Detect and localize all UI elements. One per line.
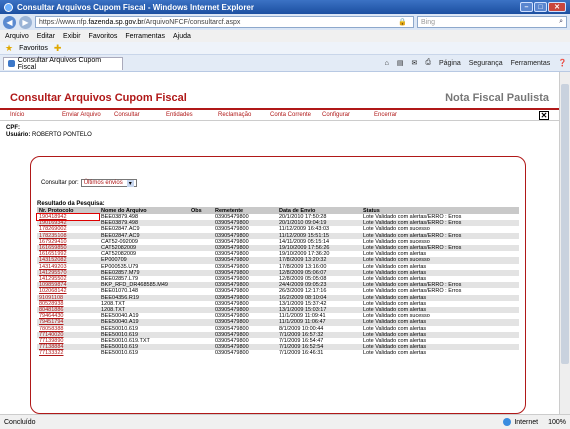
col-obs: Obs bbox=[189, 207, 213, 214]
col-status: Status bbox=[361, 207, 519, 214]
search-icon[interactable]: ⌕ bbox=[559, 18, 563, 26]
user-name: ROBERTO PONTELO bbox=[32, 132, 92, 138]
col-protocolo: Nr. Protocolo bbox=[37, 207, 99, 214]
close-window-button[interactable]: ✕ bbox=[548, 2, 566, 12]
nav-consultar[interactable]: Consultar bbox=[114, 112, 166, 118]
window-title: Consultar Arquivos Cupom Fiscal - Window… bbox=[17, 2, 254, 12]
tab-label: Consultar Arquivos Cupom Fiscal bbox=[17, 56, 102, 71]
help-icon[interactable]: ❓ bbox=[558, 59, 567, 67]
address-bar: ◀ ▶ https://www.nfp. fazenda.sp.gov.br/Ar… bbox=[0, 14, 570, 30]
filter-label: Consultar por: bbox=[41, 180, 79, 186]
url-domain: fazenda.sp.gov.br bbox=[88, 18, 144, 26]
menu-exibir[interactable]: Exibir bbox=[63, 33, 81, 40]
menu-ajuda[interactable]: Ajuda bbox=[173, 33, 191, 40]
table-cell bbox=[189, 350, 213, 356]
nav-inicio[interactable]: Início bbox=[10, 112, 62, 118]
status-text: Concluído bbox=[4, 418, 36, 426]
close-icon[interactable]: ✕ bbox=[539, 110, 549, 120]
star-icon: ★ bbox=[5, 42, 14, 53]
url-prefix: https://www.nfp. bbox=[39, 18, 89, 26]
table-header-row: Nr. Protocolo Nome do Arquivo Obs Remete… bbox=[37, 207, 519, 214]
col-data: Data de Envio bbox=[277, 207, 361, 214]
favorites-button[interactable]: Favoritos bbox=[19, 45, 48, 52]
protocol-link[interactable]: 77133322 bbox=[37, 350, 99, 356]
vertical-scrollbar[interactable] bbox=[559, 72, 570, 414]
page-favicon-icon bbox=[8, 60, 15, 67]
nav-conta-corrente[interactable]: Conta Corrente bbox=[270, 112, 322, 118]
page-content: Consultar Arquivos Cupom Fiscal Nota Fis… bbox=[0, 72, 559, 414]
nav-configurar[interactable]: Configurar bbox=[322, 112, 374, 118]
minimize-button[interactable]: – bbox=[520, 2, 533, 12]
user-label: Usuário: bbox=[6, 132, 31, 138]
home-icon[interactable]: ⌂ bbox=[385, 60, 389, 67]
lock-icon[interactable]: 🔒 bbox=[398, 18, 407, 26]
search-placeholder: Bing bbox=[421, 18, 436, 26]
brand-title: Nota Fiscal Paulista bbox=[445, 92, 549, 104]
menu-bar: Arquivo Editar Exibir Favoritos Ferramen… bbox=[0, 30, 570, 42]
maximize-button[interactable]: □ bbox=[534, 2, 547, 12]
page-menu[interactable]: Página bbox=[439, 60, 461, 67]
table-cell: BEE50010.619 bbox=[101, 350, 139, 357]
zoom-control[interactable]: 100% bbox=[548, 419, 566, 426]
add-favorite-icon[interactable]: ✚ bbox=[54, 43, 62, 54]
results-panel: Consultar por: Últimos envios ▾ Resultad… bbox=[30, 156, 526, 414]
url-path: /ArquivoNFCF/consultarcf.aspx bbox=[143, 18, 241, 26]
browser-tab[interactable]: Consultar Arquivos Cupom Fiscal bbox=[3, 56, 123, 71]
command-bar: ⌂ ▤ ✉ ⎙ Página Segurança Ferramentas ❓ bbox=[385, 59, 567, 67]
nav-enviar-arquivo[interactable]: Enviar Arquivo bbox=[62, 112, 114, 118]
window-titlebar: Consultar Arquivos Cupom Fiscal - Window… bbox=[0, 0, 570, 14]
user-info: CPF: Usuário: ROBERTO PONTELO bbox=[0, 121, 559, 143]
feeds-icon[interactable]: ▤ bbox=[397, 59, 404, 67]
table-cell: 7/1/2009 16:46:31 bbox=[279, 350, 324, 357]
forward-button[interactable]: ▶ bbox=[19, 15, 32, 29]
table-cell: 03905479800 bbox=[215, 350, 249, 357]
globe-icon bbox=[503, 418, 512, 426]
menu-editar[interactable]: Editar bbox=[37, 33, 55, 40]
security-menu[interactable]: Segurança bbox=[469, 60, 503, 67]
filter-select[interactable]: Últimos envios ▾ bbox=[80, 179, 137, 187]
results-table: Nr. Protocolo Nome do Arquivo Obs Remete… bbox=[36, 207, 519, 357]
menu-ferramentas[interactable]: Ferramentas bbox=[125, 33, 165, 40]
site-header: Consultar Arquivos Cupom Fiscal Nota Fis… bbox=[0, 76, 559, 110]
menu-arquivo[interactable]: Arquivo bbox=[5, 33, 29, 40]
back-button[interactable]: ◀ bbox=[3, 15, 16, 29]
col-remetente: Remetente bbox=[213, 207, 277, 214]
zone-label: Internet bbox=[514, 418, 539, 426]
ie-logo-icon bbox=[4, 2, 13, 12]
table-row: 77133322 BEE50010.619 03905479800 7/1/2009 … bbox=[37, 350, 519, 356]
nav-encerrar[interactable]: Encerrar bbox=[374, 112, 426, 118]
menu-favoritos[interactable]: Favoritos bbox=[89, 33, 118, 40]
search-input[interactable]: Bing ⌕ bbox=[417, 16, 567, 28]
results-section: Resultado da Pesquisa: Nr. Protocolo Nom… bbox=[36, 201, 519, 357]
site-nav: Início Enviar Arquivo Consultar Entidade… bbox=[0, 110, 559, 121]
table-cell: Lote Validado com alertas bbox=[363, 350, 427, 357]
col-arquivo: Nome do Arquivo bbox=[99, 207, 189, 214]
filter-value: Últimos envios bbox=[83, 180, 123, 186]
tools-menu[interactable]: Ferramentas bbox=[511, 60, 551, 67]
page-title: Consultar Arquivos Cupom Fiscal bbox=[10, 92, 187, 104]
chevron-down-icon[interactable]: ▾ bbox=[126, 179, 134, 187]
mail-icon[interactable]: ✉ bbox=[411, 59, 417, 67]
tab-bar: Consultar Arquivos Cupom Fiscal ⌂ ▤ ✉ ⎙ … bbox=[0, 55, 570, 72]
cpf-label: CPF: bbox=[6, 125, 20, 131]
favorites-bar: ★ Favoritos ✚ bbox=[0, 42, 570, 55]
filter-row: Consultar por: Últimos envios ▾ bbox=[37, 167, 519, 199]
zone-indicator: Internet bbox=[503, 418, 538, 426]
status-bar: Concluído Internet 100% bbox=[0, 414, 570, 429]
url-field[interactable]: https://www.nfp. fazenda.sp.gov.br/Arquiv… bbox=[35, 16, 414, 28]
print-icon[interactable]: ⎙ bbox=[425, 59, 431, 67]
scrollbar-thumb[interactable] bbox=[561, 84, 569, 364]
nav-entidades[interactable]: Entidades bbox=[166, 112, 218, 118]
nav-reclamacao[interactable]: Reclamação bbox=[218, 112, 270, 118]
